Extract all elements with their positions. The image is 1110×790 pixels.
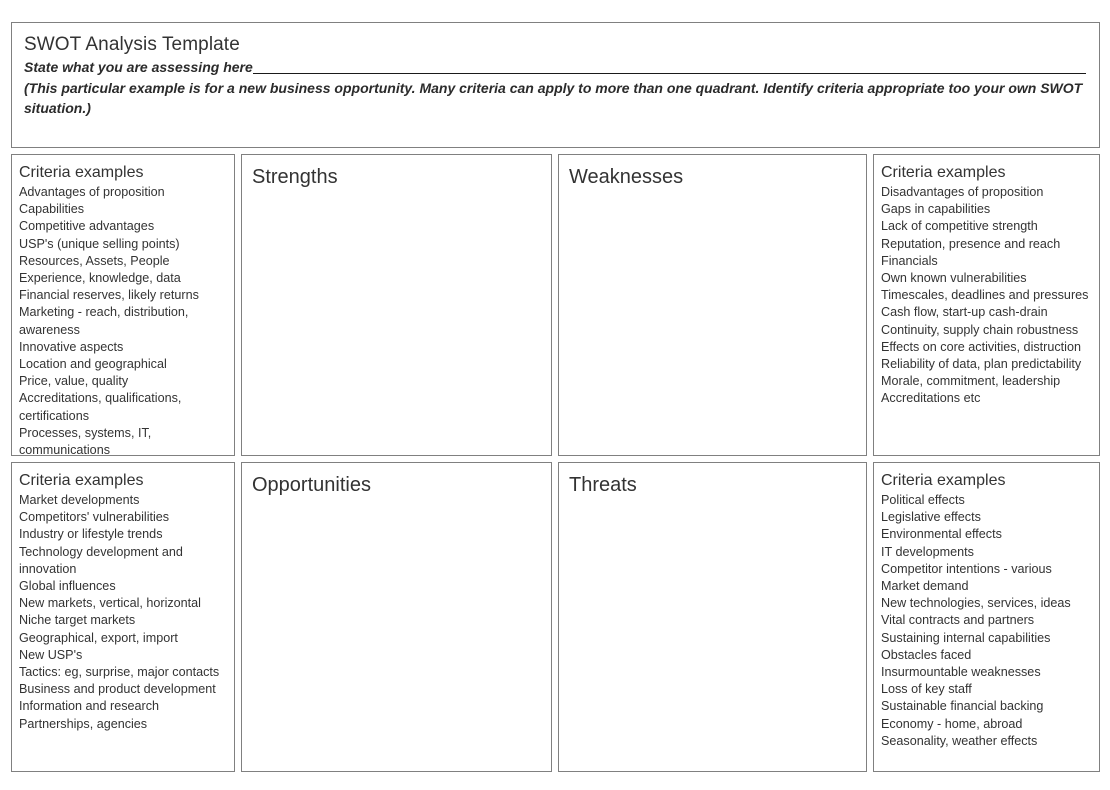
list-item: Market developments <box>19 493 140 507</box>
list-item: Capabilities <box>19 202 85 217</box>
list-item: Seasonality, weather effects <box>881 733 1038 748</box>
assessment-subject-fill-in-line[interactable] <box>252 73 1086 74</box>
list-item: Information and research <box>19 699 160 714</box>
list-item: Resources, Assets, People <box>19 253 170 268</box>
criteria-body: Criteria examples Disadvantages of propo… <box>874 155 1099 408</box>
quadrant-title-weaknesses: Weaknesses <box>569 166 684 188</box>
swot-template-page: SWOT Analysis Template State what you ar… <box>0 0 1110 790</box>
criteria-panel-threats: Criteria examples Political effects Legi… <box>873 462 1100 772</box>
list-item: Tactics: eg, surprise, major contacts <box>19 665 220 680</box>
quadrant-body: Opportunities <box>242 463 551 498</box>
list-item: Price, value, quality <box>19 374 129 389</box>
list-item: Innovative aspects <box>19 339 124 354</box>
list-item: Timescales, deadlines and pressures <box>881 288 1089 303</box>
list-item: Sustainable financial backing <box>881 699 1044 714</box>
list-item: Niche target markets <box>19 613 136 628</box>
list-item: Financial reserves, likely returns <box>19 288 199 303</box>
criteria-body: Criteria examples Political effects Legi… <box>874 463 1099 750</box>
quadrant-opportunities[interactable]: Opportunities <box>241 462 552 772</box>
list-item: Geographical, export, import <box>19 630 178 645</box>
criteria-heading: Criteria examples <box>881 164 1006 181</box>
list-item: New technologies, services, ideas <box>881 596 1071 611</box>
list-item: Cash flow, start-up cash-drain <box>881 305 1048 320</box>
list-item: USP's (unique selling points) <box>19 236 180 251</box>
list-item: Own known vulnerabilities <box>881 271 1027 286</box>
list-item: Effects on core activities, distruction <box>881 339 1081 354</box>
list-item: Sustaining internal capabilities <box>881 630 1051 645</box>
list-item: Accreditations, qualifications, certific… <box>19 391 182 423</box>
quadrant-body: Strengths <box>242 155 551 190</box>
header-note: (This particular example is for a new bu… <box>24 80 1083 116</box>
list-item: Political effects <box>881 493 965 507</box>
criteria-panel-strengths: Criteria examples Advantages of proposit… <box>11 154 235 456</box>
list-item: Continuity, supply chain robustness <box>881 322 1079 337</box>
list-item: Processes, systems, IT, communications <box>19 425 152 456</box>
list-item: Industry or lifestyle trends <box>19 527 163 542</box>
quadrant-title-threats: Threats <box>569 474 637 496</box>
list-item: Technology development and innovation <box>19 544 183 576</box>
list-item: Competitor intentions - various <box>881 561 1052 576</box>
assessment-subject-row: State what you are assessing here <box>24 58 1087 77</box>
page-title: SWOT Analysis Template <box>24 34 240 55</box>
list-item: Financials <box>881 253 938 268</box>
criteria-list-threats: Political effects Legislative effects En… <box>881 492 1092 750</box>
criteria-heading: Criteria examples <box>19 472 144 489</box>
list-item: Advantages of proposition <box>19 185 165 199</box>
list-item: Gaps in capabilities <box>881 202 991 217</box>
list-item: Lack of competitive strength <box>881 219 1038 234</box>
quadrant-body: Weaknesses <box>559 155 866 190</box>
quadrant-title-strengths: Strengths <box>252 166 338 188</box>
list-item: New markets, vertical, horizontal <box>19 596 201 611</box>
list-item: Partnerships, agencies <box>19 716 148 731</box>
list-item: New USP's <box>19 647 83 662</box>
list-item: Reliability of data, plan predictability <box>881 357 1082 372</box>
list-item: Obstacles faced <box>881 647 972 662</box>
quadrant-threats[interactable]: Threats <box>558 462 867 772</box>
quadrant-body: Threats <box>559 463 866 498</box>
list-item: Market demand <box>881 579 969 594</box>
quadrant-strengths[interactable]: Strengths <box>241 154 552 456</box>
criteria-heading: Criteria examples <box>19 164 144 181</box>
list-item: Experience, knowledge, data <box>19 271 181 286</box>
list-item: Location and geographical <box>19 357 167 372</box>
list-item: Morale, commitment, leadership <box>881 374 1061 389</box>
assessment-subject-label: State what you are assessing here <box>24 59 253 75</box>
list-item: Competitive advantages <box>19 219 155 234</box>
header-box: SWOT Analysis Template State what you ar… <box>11 22 1100 148</box>
quadrant-title-opportunities: Opportunities <box>252 474 371 496</box>
list-item: Vital contracts and partners <box>881 613 1035 628</box>
list-item: IT developments <box>881 544 974 559</box>
criteria-panel-weaknesses: Criteria examples Disadvantages of propo… <box>873 154 1100 456</box>
list-item: Marketing - reach, distribution, awarene… <box>19 305 189 337</box>
list-item: Reputation, presence and reach <box>881 236 1061 251</box>
list-item: Competitors' vulnerabilities <box>19 510 170 525</box>
criteria-body: Criteria examples Market developments Co… <box>12 463 234 733</box>
criteria-panel-opportunities: Criteria examples Market developments Co… <box>11 462 235 772</box>
list-item: Accreditations etc <box>881 391 981 406</box>
criteria-list-opportunities: Market developments Competitors' vulnera… <box>19 492 227 733</box>
criteria-body: Criteria examples Advantages of proposit… <box>12 155 234 456</box>
list-item: Global influences <box>19 579 116 594</box>
list-item: Environmental effects <box>881 527 1002 542</box>
list-item: Economy - home, abroad <box>881 716 1023 731</box>
list-item: Loss of key staff <box>881 682 972 697</box>
list-item: Business and product development <box>19 682 216 697</box>
quadrant-weaknesses[interactable]: Weaknesses <box>558 154 867 456</box>
criteria-heading: Criteria examples <box>881 472 1006 489</box>
list-item: Insurmountable weaknesses <box>881 665 1041 680</box>
criteria-list-weaknesses: Disadvantages of proposition Gaps in cap… <box>881 184 1092 408</box>
list-item: Disadvantages of proposition <box>881 185 1044 199</box>
list-item: Legislative effects <box>881 510 981 525</box>
criteria-list-strengths: Advantages of proposition Capabilities C… <box>19 184 227 456</box>
